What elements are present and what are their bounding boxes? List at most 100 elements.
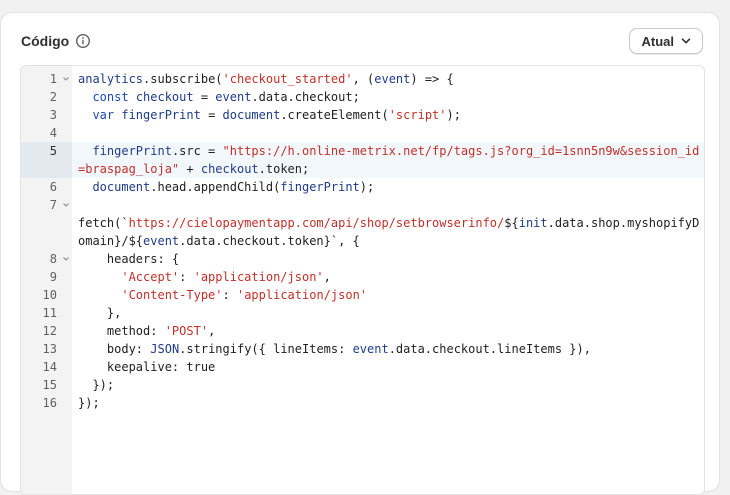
code-token: +: [179, 162, 201, 176]
code-token: .src =: [171, 144, 223, 158]
code-token: });: [78, 396, 100, 410]
fold-chevron-icon[interactable]: [62, 75, 70, 83]
line-number: 16: [42, 396, 57, 410]
code-line[interactable]: 11 },: [21, 304, 704, 322]
code-token: 'script': [388, 108, 447, 122]
version-select-button[interactable]: Atual: [628, 28, 703, 54]
line-number: 6: [49, 180, 57, 194]
line-number: 1: [21, 70, 72, 88]
code-line[interactable]: 13 body: JSON.stringify({ lineItems: eve…: [21, 340, 704, 358]
line-number: [21, 214, 72, 250]
code-text: body: JSON.stringify({ lineItems: event.…: [72, 340, 704, 358]
line-number: 8: [21, 250, 72, 268]
code-lines: 1 analytics.subscribe('checkout_started',…: [21, 70, 704, 412]
code-token: document: [92, 180, 151, 194]
code-token: fingerPrint: [121, 108, 201, 122]
code-token: event: [215, 90, 252, 104]
code-token: body:: [78, 342, 151, 356]
code-line[interactable]: fetch(`https://cielopaymentapp.com/api/s…: [21, 214, 704, 250]
code-token: );: [446, 108, 461, 122]
code-line[interactable]: 4​: [21, 124, 704, 142]
fold-chevron-icon[interactable]: [62, 201, 70, 209]
code-token: var: [92, 108, 122, 122]
code-token: keepalive: true: [78, 360, 216, 374]
title-group: Código: [21, 33, 91, 49]
line-number: 7: [21, 196, 72, 214]
code-line[interactable]: 14 keepalive: true: [21, 358, 704, 376]
code-text: });: [72, 394, 704, 412]
line-number: 15: [42, 378, 57, 392]
code-line[interactable]: 6 document.head.appendChild(fingerPrint)…: [21, 178, 704, 196]
code-text: },: [72, 304, 704, 322]
code-token: .stringify({ lineItems:: [179, 342, 353, 356]
code-line[interactable]: 12 method: 'POST',: [21, 322, 704, 340]
code-text: 'Content-Type': 'application/json': [72, 286, 704, 304]
code-line[interactable]: 1 analytics.subscribe('checkout_started',…: [21, 70, 704, 88]
code-token: 'Accept': [121, 270, 180, 284]
code-token: ) => {: [410, 72, 454, 86]
code-token: .head.appendChild(: [150, 180, 281, 194]
code-token: :: [222, 288, 237, 302]
code-token: .data.checkout.token}`, {: [179, 234, 360, 248]
code-token: 'application/json': [193, 270, 324, 284]
code-text: const checkout = event.data.checkout;: [72, 88, 704, 106]
code-text: });: [72, 376, 704, 394]
code-text: headers: {: [72, 250, 704, 268]
code-token: });: [78, 378, 115, 392]
code-token: fingerPrint: [92, 144, 172, 158]
card-title: Código: [21, 33, 70, 49]
code-token: , (: [352, 72, 375, 86]
code-token: .data.checkout.lineItems }),: [388, 342, 591, 356]
code-token: 'checkout_started': [222, 72, 353, 86]
code-token: const: [92, 90, 136, 104]
code-line[interactable]: 16});: [21, 394, 704, 412]
code-token: =: [200, 108, 223, 122]
code-line[interactable]: 15 });: [21, 376, 704, 394]
code-token: checkout: [135, 90, 194, 104]
fold-chevron-icon[interactable]: [62, 255, 70, 263]
code-token: .token;: [258, 162, 310, 176]
code-token: method:: [78, 324, 165, 338]
code-token: ${: [504, 216, 519, 230]
line-number: 14: [42, 360, 57, 374]
code-token: event: [374, 72, 411, 86]
code-text: document.head.appendChild(fingerPrint);: [72, 178, 704, 196]
code-text: 'Accept': 'application/json',: [72, 268, 704, 286]
code-text: ​: [72, 196, 704, 214]
code-token: ,: [208, 324, 216, 338]
code-line[interactable]: 5 fingerPrint.src = "https://h.online-me…: [21, 142, 704, 178]
code-line[interactable]: 3 var fingerPrint = document.createEleme…: [21, 106, 704, 124]
code-token: event: [352, 342, 389, 356]
code-token: init: [518, 216, 548, 230]
code-text: keepalive: true: [72, 358, 704, 376]
code-line[interactable]: 10 'Content-Type': 'application/json': [21, 286, 704, 304]
line-number: 9: [49, 270, 57, 284]
line-number: 11: [42, 306, 57, 320]
code-line[interactable]: 8 headers: {: [21, 250, 704, 268]
code-editor[interactable]: 1 analytics.subscribe('checkout_started',…: [20, 65, 705, 495]
code-line[interactable]: 9 'Accept': 'application/json',: [21, 268, 704, 286]
line-number: 4: [49, 126, 57, 140]
card-header: Código Atual: [21, 27, 703, 55]
code-token: fingerPrint: [280, 180, 360, 194]
code-token: event: [143, 234, 180, 248]
code-token: .createElement(: [280, 108, 389, 122]
code-token: https://cielopaymentapp.com/api/shop/set…: [128, 216, 505, 230]
code-token: document: [222, 108, 281, 122]
code-token: .data.checkout;: [251, 90, 360, 104]
info-icon[interactable]: [75, 33, 91, 49]
line-number: 13: [42, 342, 57, 356]
chevron-down-icon: [680, 35, 692, 47]
code-line[interactable]: 7​: [21, 196, 704, 214]
code-text: ​: [72, 124, 704, 142]
code-token: );: [359, 180, 375, 194]
code-line[interactable]: 2 const checkout = event.data.checkout;: [21, 88, 704, 106]
code-token: 'Content-Type': [121, 288, 223, 302]
code-token: 'application/json': [236, 288, 368, 302]
